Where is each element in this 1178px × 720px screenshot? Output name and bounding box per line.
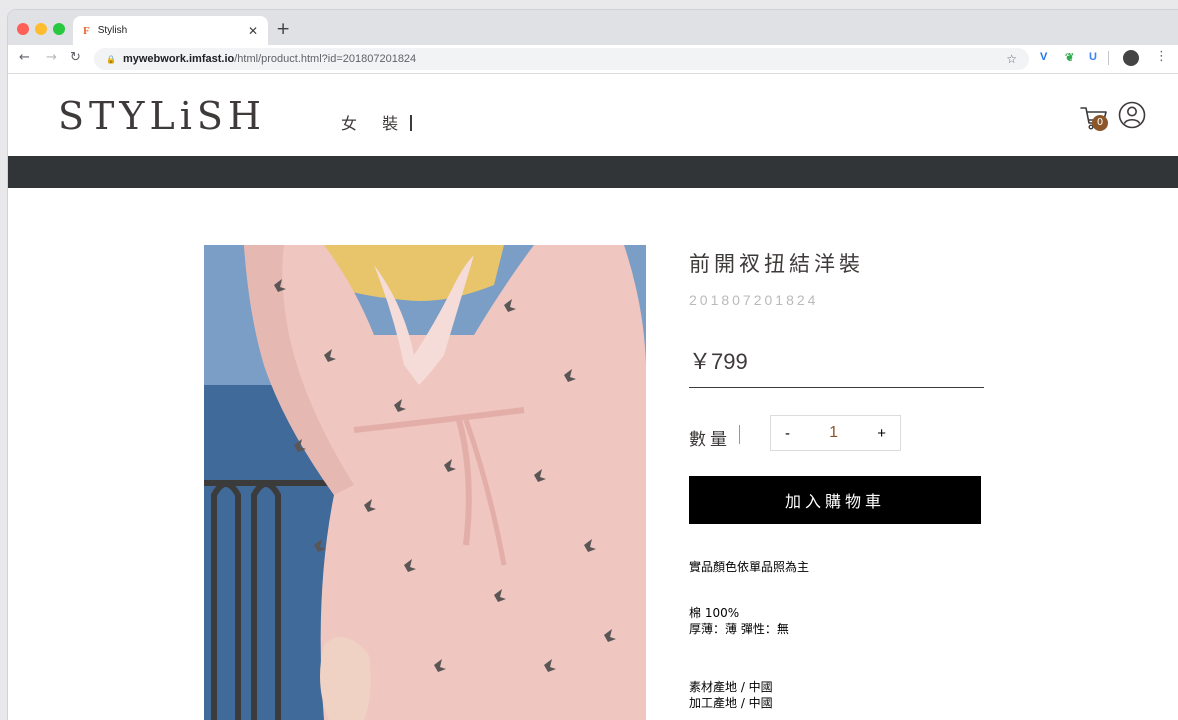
add-to-cart-button[interactable]: 加入購物車	[689, 476, 981, 524]
quantity-value[interactable]: 1	[829, 424, 838, 442]
minimize-window-button[interactable]	[35, 23, 47, 35]
material-line: 棉 100%	[689, 606, 740, 620]
product-title: 前開衩扭結洋裝	[689, 252, 864, 276]
url-path: /html/product.html?id=201807201824	[234, 53, 417, 65]
browser-tab[interactable]: F Stylish ✕	[73, 16, 268, 45]
back-arrow-icon[interactable]: ←	[19, 50, 30, 65]
address-bar[interactable]: 🔒 mywebwork.imfast.io/html/product.html?…	[94, 48, 1029, 70]
quantity-decrease-button[interactable]: -	[785, 425, 790, 442]
extension-evernote-icon[interactable]: ❦	[1065, 51, 1074, 64]
member-icon[interactable]	[1118, 101, 1146, 129]
new-tab-icon[interactable]: +	[276, 19, 290, 39]
lock-icon: 🔒	[106, 54, 116, 64]
browser-window: F Stylish ✕ + ← → ↻ 🔒 mywebwork.imfast.i…	[8, 10, 1178, 720]
tab-title: Stylish	[97, 25, 128, 36]
quantity-increase-button[interactable]: +	[877, 425, 886, 442]
quantity-label: 數量	[689, 430, 731, 450]
url-host: mywebwork.imfast.io	[122, 53, 235, 65]
material-line: 厚薄：薄 彈性：無	[689, 622, 789, 636]
product-main-image	[204, 245, 646, 720]
quantity-stepper: - 1 +	[770, 415, 901, 451]
product-id: 201807201824	[689, 292, 819, 308]
product-note: 實品顏色依單品照為主	[689, 560, 810, 574]
nav-women[interactable]: 女 裝	[341, 110, 412, 134]
site-header: STYLiSH 女 裝 0	[8, 74, 1178, 156]
close-tab-icon[interactable]: ✕	[248, 24, 258, 38]
toolbar-divider	[1108, 51, 1109, 65]
product-photo-icon	[204, 245, 646, 720]
origin-line: 加工產地 / 中國	[689, 696, 773, 710]
quantity-divider	[739, 425, 740, 444]
forward-arrow-icon[interactable]: →	[46, 50, 57, 65]
close-window-button[interactable]	[17, 23, 29, 35]
reload-icon[interactable]: ↻	[70, 50, 81, 65]
favicon-icon: F	[83, 24, 90, 37]
tab-strip: F Stylish ✕ +	[8, 10, 1178, 45]
product-price: ￥799	[689, 349, 748, 374]
site-logo[interactable]: STYLiSH	[58, 94, 266, 138]
star-icon[interactable]: ☆	[1006, 52, 1017, 66]
origin-line: 素材產地 / 中國	[689, 680, 773, 694]
nav-bar	[8, 156, 1178, 188]
cart-count-badge: 0	[1092, 115, 1108, 131]
profile-avatar[interactable]	[1123, 50, 1139, 66]
browser-toolbar: ← → ↻ 🔒 mywebwork.imfast.io/html/product…	[8, 45, 1178, 74]
product-origin: 素材產地 / 中國 加工產地 / 中國	[689, 679, 773, 711]
menu-kebab-icon[interactable]: ⋮	[1155, 49, 1168, 64]
maximize-window-button[interactable]	[53, 23, 65, 35]
price-divider	[689, 387, 984, 388]
product-material: 棉 100% 厚薄：薄 彈性：無	[689, 605, 789, 637]
extension-vue-icon[interactable]: V	[1040, 51, 1047, 63]
extension-u-icon[interactable]: U	[1089, 51, 1097, 63]
